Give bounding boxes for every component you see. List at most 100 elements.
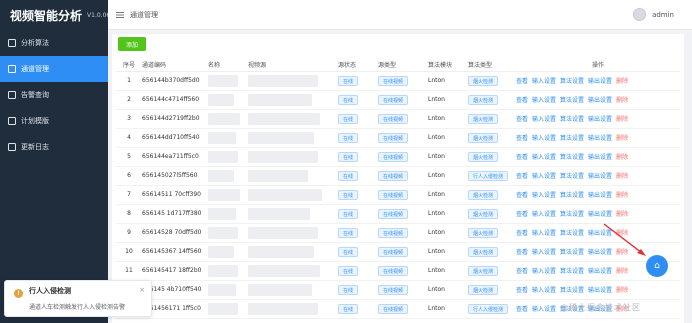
redacted-name bbox=[208, 283, 236, 296]
delete-link[interactable]: 删除 bbox=[616, 211, 628, 218]
output-settings-link[interactable]: 输出设置 bbox=[588, 78, 612, 85]
algo-settings-link[interactable]: 算法设置 bbox=[560, 173, 584, 180]
cell-source bbox=[248, 242, 338, 262]
view-link[interactable]: 查看 bbox=[516, 211, 528, 218]
add-button[interactable]: 添加 bbox=[118, 37, 146, 51]
input-settings-link[interactable]: 输入设置 bbox=[532, 249, 556, 256]
algo-settings-link[interactable]: 算法设置 bbox=[560, 249, 584, 256]
col-seq: 序号 bbox=[116, 58, 142, 72]
view-link[interactable]: 查看 bbox=[516, 97, 528, 104]
output-settings-link[interactable]: 输出设置 bbox=[588, 192, 612, 199]
delete-link[interactable]: 删除 bbox=[616, 268, 628, 275]
algo-settings-link[interactable]: 算法设置 bbox=[560, 154, 584, 161]
sidebar-item-2[interactable]: 告警查询 bbox=[0, 82, 108, 108]
input-settings-link[interactable]: 输入设置 bbox=[532, 116, 556, 123]
output-settings-link[interactable]: 输出设置 bbox=[588, 173, 612, 180]
redacted-name bbox=[208, 245, 234, 258]
input-settings-link[interactable]: 输入设置 bbox=[532, 306, 556, 313]
cell-ops: 查看 输入设置 算法设置 输出设置 删除 bbox=[516, 147, 680, 167]
home-fab-button[interactable]: ⌂ bbox=[646, 255, 668, 277]
algo-type-badge: 行人入侵检测 bbox=[468, 303, 509, 314]
algo-settings-link[interactable]: 算法设置 bbox=[560, 116, 584, 123]
input-settings-link[interactable]: 输入设置 bbox=[532, 268, 556, 275]
source-type-badge: 在线视频 bbox=[378, 170, 409, 181]
delete-link[interactable]: 删除 bbox=[616, 192, 628, 199]
input-settings-link[interactable]: 输入设置 bbox=[532, 78, 556, 85]
algo-settings-link[interactable]: 算法设置 bbox=[560, 211, 584, 218]
input-settings-link[interactable]: 输入设置 bbox=[532, 135, 556, 142]
cell-status: 在线 bbox=[338, 280, 378, 300]
redacted-name bbox=[208, 150, 238, 163]
user-menu[interactable]: admin bbox=[633, 8, 674, 21]
algo-settings-link[interactable]: 算法设置 bbox=[560, 268, 584, 275]
cell-name bbox=[208, 280, 248, 300]
output-settings-link[interactable]: 输出设置 bbox=[588, 97, 612, 104]
col-name: 名称 bbox=[208, 58, 248, 72]
delete-link[interactable]: 删除 bbox=[616, 97, 628, 104]
algo-settings-link[interactable]: 算法设置 bbox=[560, 230, 584, 237]
redacted-source bbox=[248, 150, 318, 163]
delete-link[interactable]: 删除 bbox=[616, 173, 628, 180]
view-link[interactable]: 查看 bbox=[516, 230, 528, 237]
cell-code: 65614528 70dff5d0 bbox=[142, 223, 208, 243]
view-link[interactable]: 查看 bbox=[516, 154, 528, 161]
col-source: 视频源 bbox=[248, 58, 338, 72]
sidebar-item-label: 通道管理 bbox=[21, 65, 49, 73]
cell-ops: 查看 输入设置 算法设置 输出设置 删除 bbox=[516, 223, 680, 243]
sidebar-item-3[interactable]: 计划模版 bbox=[0, 108, 108, 134]
input-settings-link[interactable]: 输入设置 bbox=[532, 287, 556, 294]
delete-link[interactable]: 删除 bbox=[616, 287, 628, 294]
output-settings-link[interactable]: 输出设置 bbox=[588, 135, 612, 142]
output-settings-link[interactable]: 输出设置 bbox=[588, 268, 612, 275]
cell-seq: 8 bbox=[116, 204, 142, 224]
view-link[interactable]: 查看 bbox=[516, 116, 528, 123]
cell-source bbox=[248, 166, 338, 186]
view-link[interactable]: 查看 bbox=[516, 287, 528, 294]
view-link[interactable]: 查看 bbox=[516, 135, 528, 142]
output-settings-link[interactable]: 输出设置 bbox=[588, 154, 612, 161]
cell-source-type: 在线视频 bbox=[378, 166, 428, 186]
cell-ops: 查看 输入设置 算法设置 输出设置 删除 bbox=[516, 166, 680, 186]
delete-link[interactable]: 删除 bbox=[616, 135, 628, 142]
close-icon[interactable]: × bbox=[139, 286, 145, 294]
input-settings-link[interactable]: 输入设置 bbox=[532, 173, 556, 180]
view-link[interactable]: 查看 bbox=[516, 192, 528, 199]
cell-source-type: 在线视频 bbox=[378, 261, 428, 281]
delete-link[interactable]: 删除 bbox=[616, 154, 628, 161]
cell-status: 在线 bbox=[338, 261, 378, 281]
cell-status: 在线 bbox=[338, 128, 378, 148]
output-settings-link[interactable]: 输出设置 bbox=[588, 211, 612, 218]
algo-settings-link[interactable]: 算法设置 bbox=[560, 287, 584, 294]
cell-name bbox=[208, 147, 248, 167]
cell-code: 656145417 18ff2b0 bbox=[142, 261, 208, 281]
topbar: 通道管理 admin bbox=[108, 0, 692, 30]
sidebar-item-1[interactable]: 通道管理 bbox=[0, 56, 108, 82]
input-settings-link[interactable]: 输入设置 bbox=[532, 97, 556, 104]
algo-settings-link[interactable]: 算法设置 bbox=[560, 192, 584, 199]
delete-link[interactable]: 删除 bbox=[616, 116, 628, 123]
avatar[interactable] bbox=[633, 8, 647, 21]
algo-settings-link[interactable]: 算法设置 bbox=[560, 78, 584, 85]
view-link[interactable]: 查看 bbox=[516, 173, 528, 180]
output-settings-link[interactable]: 输出设置 bbox=[588, 116, 612, 123]
view-link[interactable]: 查看 bbox=[516, 78, 528, 85]
cell-status: 在线 bbox=[338, 299, 378, 319]
cell-status: 在线 bbox=[338, 166, 378, 186]
sidebar-item-0[interactable]: 分析算法 bbox=[0, 30, 108, 56]
menu-toggle-icon[interactable] bbox=[116, 11, 124, 19]
redacted-source bbox=[248, 302, 318, 315]
view-link[interactable]: 查看 bbox=[516, 268, 528, 275]
delete-link[interactable]: 删除 bbox=[616, 78, 628, 85]
algo-settings-link[interactable]: 算法设置 bbox=[560, 135, 584, 142]
cell-seq: 5 bbox=[116, 147, 142, 167]
input-settings-link[interactable]: 输入设置 bbox=[532, 211, 556, 218]
view-link[interactable]: 查看 bbox=[516, 249, 528, 256]
cell-module: Lnton bbox=[428, 280, 468, 300]
input-settings-link[interactable]: 输入设置 bbox=[532, 192, 556, 199]
view-link[interactable]: 查看 bbox=[516, 306, 528, 313]
output-settings-link[interactable]: 输出设置 bbox=[588, 287, 612, 294]
input-settings-link[interactable]: 输入设置 bbox=[532, 154, 556, 161]
algo-settings-link[interactable]: 算法设置 bbox=[560, 97, 584, 104]
input-settings-link[interactable]: 输入设置 bbox=[532, 230, 556, 237]
sidebar-item-4[interactable]: 更新日志 bbox=[0, 134, 108, 160]
